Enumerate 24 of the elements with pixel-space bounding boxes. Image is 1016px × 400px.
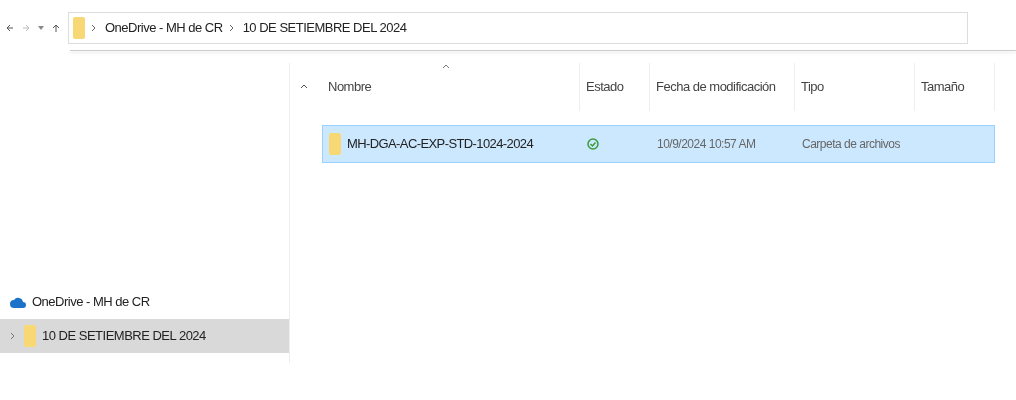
folder-icon: [73, 17, 85, 39]
column-header[interactable]: Tamaño: [915, 63, 995, 111]
forward-arrow-icon: [22, 24, 30, 32]
cloud-icon: [10, 296, 26, 308]
address-bar[interactable]: OneDrive - MH de CR 10 DE SETIEMBRE DEL 2024: [68, 12, 968, 44]
column-header[interactable]: Fecha de modificación: [650, 63, 795, 111]
folder-icon: [24, 325, 36, 347]
back-arrow-icon: [6, 24, 14, 32]
file-type: Carpeta de archivos: [801, 136, 901, 153]
file-row[interactable]: MH-DGA-AC-EXP-STD-1024-2024 10/9/2024 10:57 AM Carpeta de archivos: [322, 125, 995, 163]
column-header[interactable]: Nombre: [322, 63, 580, 111]
dropdown-caret-icon[interactable]: [38, 26, 44, 30]
folder-icon: [329, 133, 341, 155]
scroll-up-icon: [300, 83, 308, 91]
nav-item[interactable]: 10 DE SETIEMBRE DEL 2024: [0, 319, 289, 353]
file-name: MH-DGA-AC-EXP-STD-1024-2024: [347, 135, 534, 154]
up-arrow-icon: [52, 24, 60, 32]
column-header[interactable]: Estado: [580, 63, 650, 111]
modified-date: 10/9/2024 10:57 AM: [656, 136, 757, 153]
column-header[interactable]: Tipo: [795, 63, 915, 111]
nav-item[interactable]: OneDrive - MH de CR: [0, 285, 289, 319]
breadcrumb[interactable]: 10 DE SETIEMBRE DEL 2024: [242, 18, 407, 38]
breadcrumb[interactable]: OneDrive - MH de CR: [105, 18, 223, 38]
sort-caret-icon: [442, 63, 450, 71]
